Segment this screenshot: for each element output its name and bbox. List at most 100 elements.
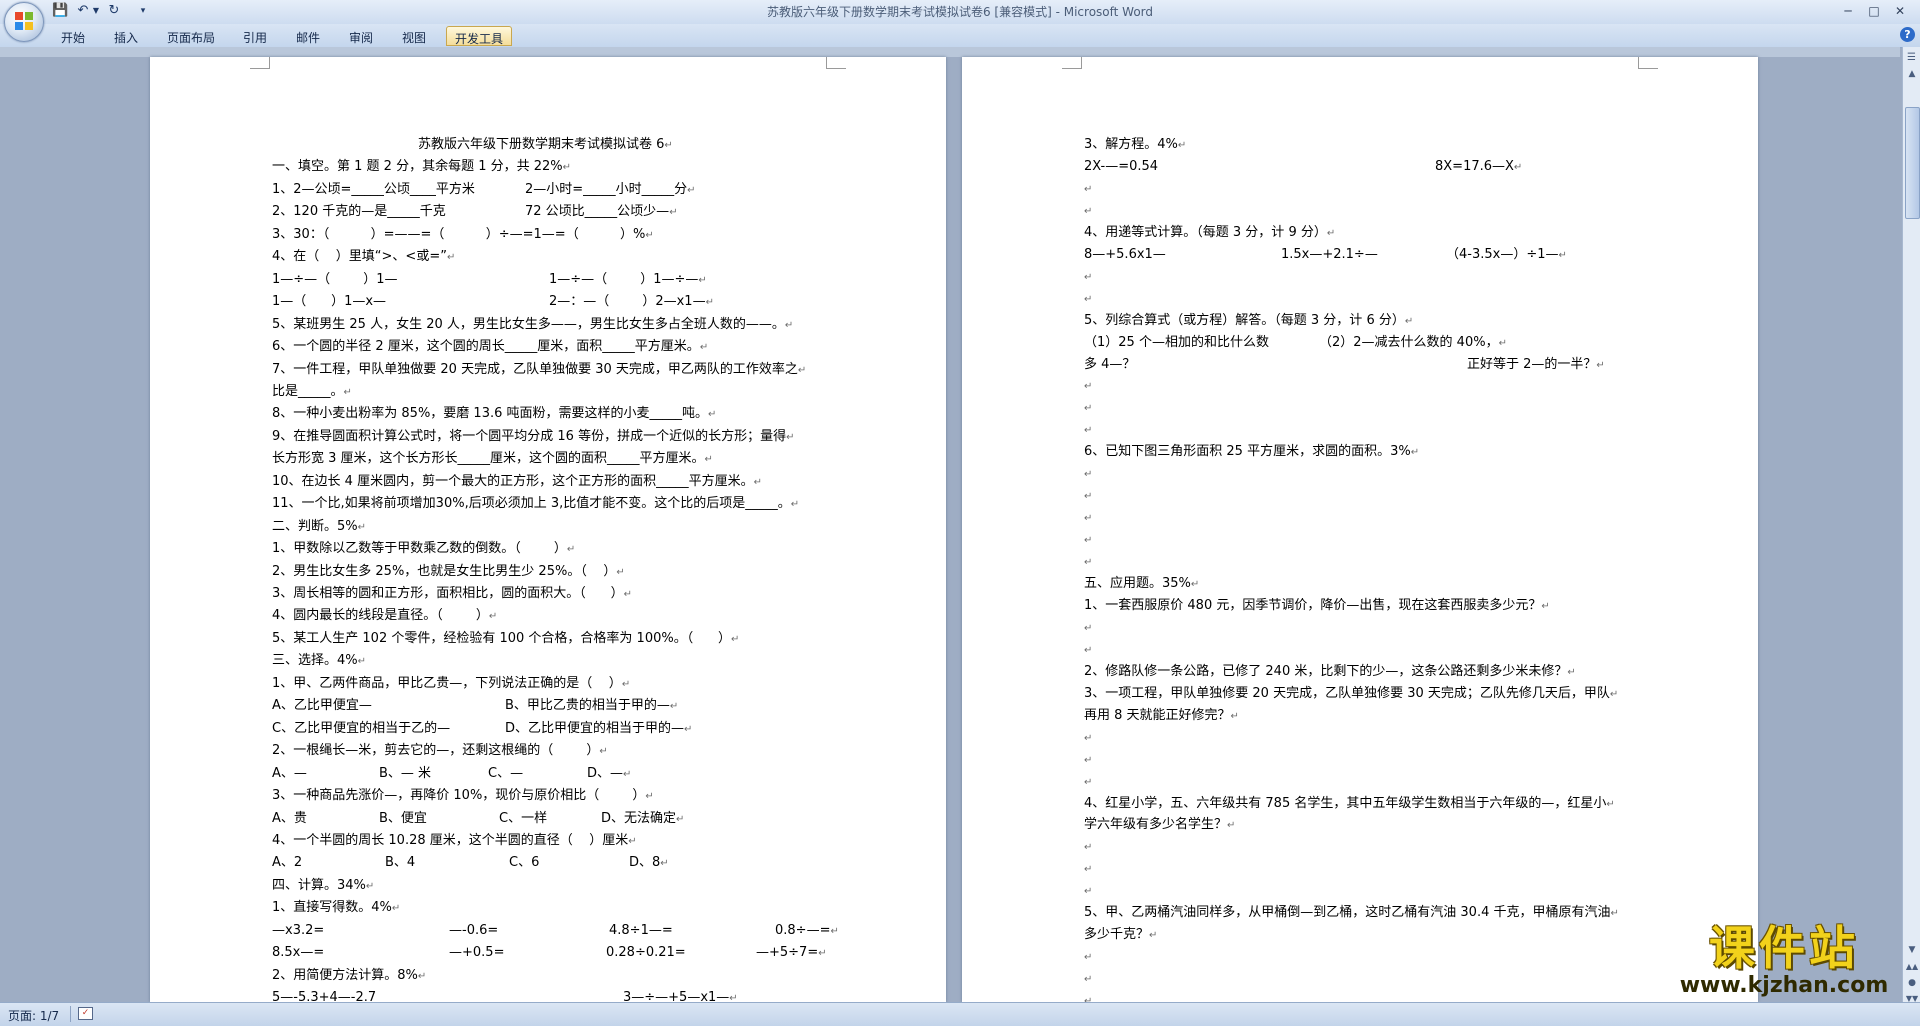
doc-line: 6、一个圆的半径 2 厘米，这个圆的周长_____厘米，面积_____平方厘米。… (272, 339, 709, 355)
doc-line: 3—÷—+5—x1—↵ (623, 989, 738, 1002)
doc-line: D、无法确定↵ (601, 810, 685, 826)
doc-line: 再用 8 天就能正好修完？↵ (1084, 707, 1239, 723)
paragraph-mark-icon: ↵ (1084, 776, 1093, 788)
paragraph-mark-icon: ↵ (1190, 579, 1200, 590)
paragraph-mark-icon: ↵ (1230, 710, 1239, 722)
doc-line: B、— 米 (379, 765, 432, 781)
doc-line: 8.5x—= (272, 945, 325, 961)
doc-line: 多少千克？↵ (1084, 927, 1158, 943)
doc-line: ↵ (1084, 531, 1092, 550)
doc-line: ↵ (1084, 399, 1092, 418)
paragraph-mark-icon: ↵ (790, 499, 800, 511)
paragraph-mark-icon: ↵ (1084, 886, 1093, 898)
vertical-scrollbar[interactable]: ☰ ▲ ▼ ▲▲ ● ▼▼ (1902, 47, 1920, 1003)
paragraph-mark-icon: ↵ (1513, 161, 1523, 173)
doc-line: 1—÷—（ ）1—÷—↵ (549, 271, 707, 287)
doc-line: A、乙比甲便宜— (272, 698, 372, 714)
tab-review[interactable]: 审阅 (349, 29, 373, 46)
paragraph-mark-icon: ↵ (1610, 908, 1619, 920)
doc-line: B、4 (385, 855, 416, 871)
watermark-logo: 课件站 www.kjzhan.com (1664, 922, 1904, 1002)
paragraph-mark-icon: ↵ (1227, 820, 1236, 832)
tab-mailings[interactable]: 邮件 (296, 29, 320, 46)
doc-line: —-0.6= (449, 922, 499, 938)
paragraph-mark-icon: ↵ (687, 184, 696, 196)
office-button[interactable] (4, 2, 44, 42)
doc-line: C、— (488, 765, 524, 781)
crop-mark (1638, 57, 1658, 69)
doc-line: 4、红星小学，五、六年级共有 785 名学生，其中五年级学生数相当于六年级的—，… (1084, 795, 1615, 811)
paragraph-mark-icon: ↵ (488, 611, 498, 623)
tab-view[interactable]: 视图 (402, 29, 426, 46)
paragraph-mark-icon: ↵ (1084, 403, 1093, 415)
ribbon-tabs: 开始 插入 页面布局 引用 邮件 审阅 视图 开发工具 ? (0, 24, 1920, 48)
minimize-icon[interactable]: ─ (1836, 2, 1860, 20)
doc-line: 3、30：（ ）=——=（ ）÷—=1—=（ ）%↵ (272, 226, 654, 242)
doc-line: ↵ (1084, 487, 1092, 506)
paragraph-mark-icon: ↵ (699, 342, 709, 354)
paragraph-mark-icon: ↵ (1149, 930, 1158, 942)
doc-line: 9、在推导圆面积计算公式时，将一个圆平均分成 16 等份，拼成一个近似的长方形；… (272, 428, 795, 444)
paragraph-mark-icon: ↵ (1410, 447, 1420, 459)
paragraph-mark-icon: ↵ (1084, 842, 1093, 854)
doc-line: 11、一个比,如果将前项增加30%,后项必须加上 3,比值才能不变。这个比的后项… (272, 496, 800, 512)
paragraph-mark-icon: ↵ (676, 813, 685, 825)
scroll-thumb[interactable] (1905, 107, 1920, 219)
doc-line: 三、选择。4%↵ (272, 653, 367, 669)
paragraph-mark-icon: ↵ (731, 633, 740, 645)
office-logo-icon (15, 12, 33, 30)
tab-insert[interactable]: 插入 (114, 29, 138, 46)
doc-line: 5、列综合算式（或方程）解答。（每题 3 分，计 6 分）↵ (1084, 312, 1414, 328)
doc-line: ↵ (1084, 970, 1092, 989)
status-divider (70, 1006, 71, 1022)
select-browse-object-icon[interactable]: ● (1906, 977, 1918, 989)
page-count[interactable]: 页面: 1/7 (8, 1007, 59, 1024)
help-icon[interactable]: ? (1900, 27, 1915, 42)
paragraph-mark-icon: ↵ (830, 925, 839, 937)
doc-line: 5—-5.3+4—-2.7 (272, 990, 377, 1002)
tab-page-layout[interactable]: 页面布局 (167, 29, 215, 46)
doc-line: 7、一件工程，甲队单独做要 20 天完成，乙队单独做要 30 天完成，甲乙两队的… (272, 361, 807, 377)
doc-line: A、贵 (272, 810, 307, 826)
maximize-icon[interactable]: □ (1862, 2, 1886, 20)
doc-line: 5、甲、乙两桶汽油同样多，从甲桶倒—到乙桶，这时乙桶有汽油 30.4 千克，甲桶… (1084, 905, 1619, 921)
doc-line: ↵ (1084, 641, 1092, 660)
tab-developer[interactable]: 开发工具 (446, 26, 512, 46)
doc-line: 4、一个半圆的周长 10.28 厘米，这个半圆的直径（ ）厘米↵ (272, 832, 637, 848)
scroll-up-icon[interactable]: ▲ (1905, 67, 1919, 81)
doc-line: 1、一套西服原价 480 元，因季节调价，降价—出售，现在这套西服卖多少元？↵ (1084, 597, 1550, 613)
paragraph-mark-icon: ↵ (1084, 491, 1093, 503)
doc-line: （4-3.5x—）÷1—↵ (1446, 246, 1567, 262)
close-icon[interactable]: ✕ (1888, 2, 1912, 20)
doc-line: 1、2—公顷=_____公顷____平方米 (272, 181, 475, 197)
paragraph-mark-icon: ↵ (623, 768, 632, 780)
paragraph-mark-icon: ↵ (1084, 644, 1093, 656)
doc-line: 四、计算。34%↵ (272, 877, 375, 893)
doc-line: ↵ (1084, 553, 1092, 572)
paragraph-mark-icon: ↵ (698, 274, 707, 286)
doc-line: D、乙比甲便宜的相当于甲的—↵ (505, 720, 693, 736)
doc-line: ↵ (1084, 773, 1092, 792)
paragraph-mark-icon: ↵ (684, 723, 693, 735)
paragraph-mark-icon: ↵ (753, 476, 762, 488)
previous-page-icon[interactable]: ▲▲ (1905, 961, 1919, 973)
scroll-down-icon[interactable]: ▼ (1905, 943, 1919, 957)
paragraph-mark-icon: ↵ (417, 970, 427, 982)
doc-line: ↵ (1084, 619, 1092, 638)
tab-home[interactable]: 开始 (61, 29, 85, 46)
document-page-1[interactable]: 苏教版六年级下册数学期末考试模拟试卷 6↵ 一、填空。第 1 题 2 分，其余每题… (150, 57, 946, 1002)
paragraph-mark-icon: ↵ (623, 589, 632, 600)
document-page-2[interactable]: 3、解方程。4%↵ 2X-—=0.54 8X=17.6—X↵ ↵ ↵ 4、用递等式计算。（… (962, 57, 1758, 1002)
paragraph-mark-icon: ↵ (1326, 227, 1336, 239)
proofing-icon[interactable]: ✓ (78, 1007, 93, 1020)
paragraph-mark-icon: ↵ (628, 835, 637, 847)
doc-line: —+0.5= (449, 945, 505, 961)
tab-references[interactable]: 引用 (243, 29, 267, 46)
paragraph-mark-icon: ↵ (705, 297, 714, 309)
ruler-toggle-icon[interactable]: ☰ (1905, 51, 1918, 64)
doc-line: D、8↵ (629, 855, 669, 871)
paragraph-mark-icon: ↵ (391, 903, 401, 915)
doc-line: A、2 (272, 855, 303, 871)
doc-line: 3、一项工程，甲队单独修要 20 天完成，乙队单独修要 30 天完成；乙队先修几… (1084, 685, 1619, 701)
paragraph-mark-icon: ↵ (1498, 337, 1507, 349)
